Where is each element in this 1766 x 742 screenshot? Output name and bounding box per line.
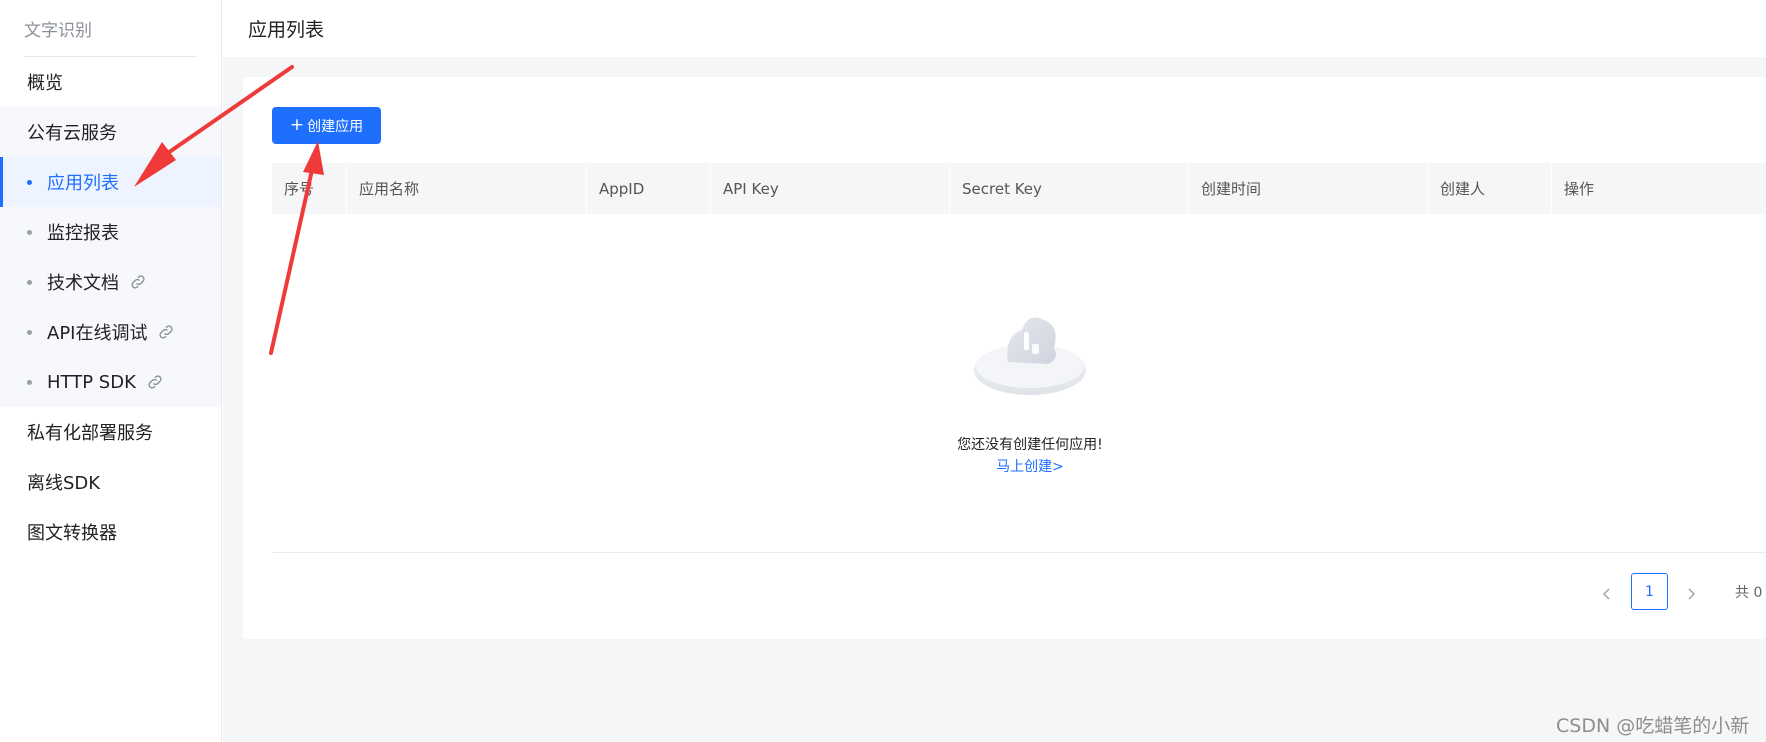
table-divider <box>272 552 1766 553</box>
sidebar-item-tech-docs[interactable]: 技术文档 <box>0 257 221 307</box>
sidebar-item-label: 图文转换器 <box>27 523 117 544</box>
column-header-api-key: API Key <box>711 163 950 214</box>
sidebar-item-label: HTTP SDK <box>47 371 136 393</box>
column-header-secret-key: Secret Key <box>950 163 1189 214</box>
sidebar-item-public-cloud[interactable]: 公有云服务 <box>0 107 221 157</box>
column-header-actions: 操作 <box>1564 180 1595 198</box>
link-icon <box>146 373 164 391</box>
link-icon <box>129 273 147 291</box>
sidebar-item-label: 监控报表 <box>47 223 119 244</box>
watermark-text: CSDN @吃蜡笔的小新 <box>1556 715 1750 737</box>
sidebar-header: 文字识别 <box>24 0 197 57</box>
create-app-button[interactable]: + 创建应用 <box>272 107 381 144</box>
sidebar-group-public-cloud: 公有云服务 应用列表 监控报表 技术文档 API在线调试 HTTP SDK <box>0 107 221 407</box>
empty-message: 您还没有创建任何应用! <box>957 437 1103 453</box>
sidebar-item-label: 公有云服务 <box>27 123 117 144</box>
sidebar-item-http-sdk[interactable]: HTTP SDK <box>0 357 221 407</box>
create-now-link[interactable]: 马上创建> <box>850 456 1210 476</box>
column-header-index: 序号 <box>272 163 347 214</box>
sidebar-item-offline-sdk[interactable]: 离线SDK <box>0 457 221 507</box>
next-page-button[interactable] <box>1679 582 1703 606</box>
sidebar-item-label: 私有化部署服务 <box>27 423 153 444</box>
chevron-right-icon <box>1688 588 1696 600</box>
bullet-dot <box>27 179 32 185</box>
page-title: 应用列表 <box>248 19 325 41</box>
plus-icon: + <box>289 115 305 135</box>
sidebar-item-app-list[interactable]: 应用列表 <box>0 157 221 207</box>
link-icon <box>157 323 175 341</box>
sidebar-item-label: 离线SDK <box>27 473 101 494</box>
sidebar-item-overview[interactable]: 概览 <box>0 57 221 107</box>
page-header: 应用列表 <box>223 0 1766 57</box>
page-number-button[interactable]: 1 <box>1631 573 1668 610</box>
create-app-label: 创建应用 <box>307 118 364 135</box>
bullet-dot <box>27 279 32 285</box>
bullet-dot <box>27 379 32 385</box>
sidebar-item-api-debug[interactable]: API在线调试 <box>0 307 221 357</box>
sidebar-item-label: 应用列表 <box>47 173 119 194</box>
empty-state <box>900 300 1160 414</box>
pagination-total: 共 0 <box>1735 585 1763 601</box>
sidebar: 文字识别 概览 公有云服务 应用列表 监控报表 技术文档 API在线调试 HTT… <box>0 0 222 742</box>
bullet-dot <box>27 329 32 335</box>
column-header-appid: AppID <box>587 163 711 214</box>
sidebar-item-private-deploy[interactable]: 私有化部署服务 <box>0 407 221 457</box>
column-header-creator: 创建人 <box>1428 163 1552 214</box>
sidebar-item-label: 概览 <box>27 73 63 94</box>
sidebar-item-label: API在线调试 <box>47 323 148 344</box>
empty-cloud-icon <box>974 317 1086 395</box>
prev-page-button[interactable] <box>1595 582 1619 606</box>
sidebar-item-image-converter[interactable]: 图文转换器 <box>0 507 221 557</box>
sidebar-item-label: 技术文档 <box>47 273 119 294</box>
sidebar-item-monitor-report[interactable]: 监控报表 <box>0 207 221 257</box>
table-header: 序号 应用名称 AppID API Key Secret Key 创建时间 创建… <box>272 163 1766 214</box>
column-header-created-time: 创建时间 <box>1189 163 1428 214</box>
bullet-dot <box>27 229 32 235</box>
column-header-app-name: 应用名称 <box>347 163 587 214</box>
chevron-left-icon <box>1602 588 1610 600</box>
